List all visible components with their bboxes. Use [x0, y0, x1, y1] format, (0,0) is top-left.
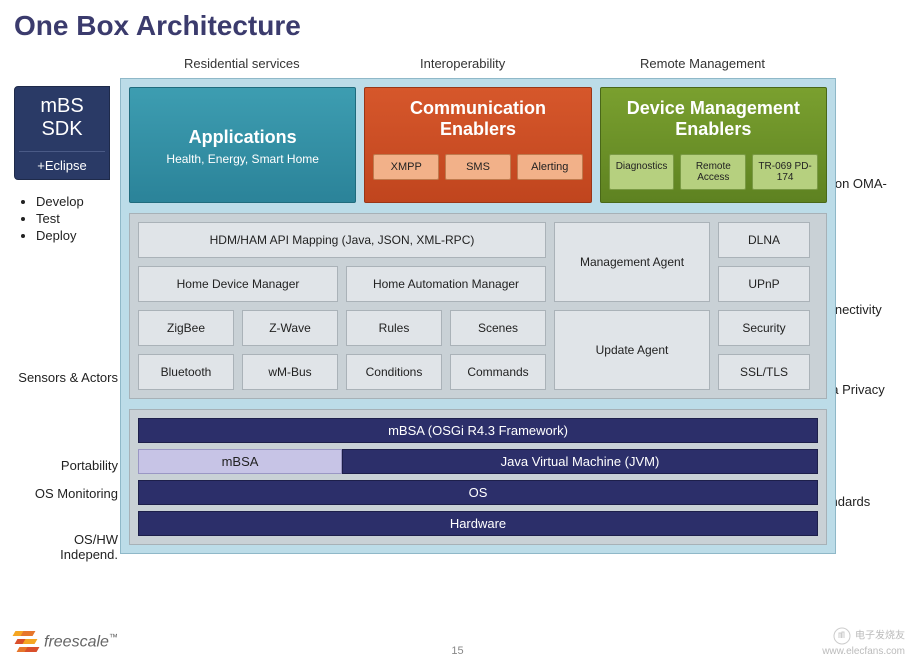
box-mbsa: mBSA: [138, 449, 342, 474]
box-security: Security: [718, 310, 810, 346]
sdk-bullet: Deploy: [36, 228, 84, 243]
box-osgi: mBSA (OSGi R4.3 Framework): [138, 418, 818, 443]
box-home-automation-manager: Home Automation Manager: [346, 266, 546, 302]
box-dlna: DLNA: [718, 222, 810, 258]
sdk-box: mBS SDK +Eclipse: [14, 86, 110, 180]
box-api-mapping: HDM/HAM API Mapping (Java, JSON, XML-RPC…: [138, 222, 546, 258]
pill-alerting: Alerting: [517, 154, 583, 180]
sdk-bullet: Test: [36, 211, 84, 226]
sdk-line2: SDK: [19, 118, 105, 141]
label-interoperability: Interoperability: [420, 56, 505, 71]
box-bluetooth: Bluetooth: [138, 354, 234, 390]
box-zwave: Z-Wave: [242, 310, 338, 346]
pill-sms: SMS: [445, 154, 511, 180]
top-category-labels: Residential services Interoperability Re…: [0, 56, 915, 76]
box-rules: Rules: [346, 310, 442, 346]
box-management-agent: Management Agent: [554, 222, 710, 302]
page-number: 15: [451, 645, 463, 657]
box-zigbee: ZigBee: [138, 310, 234, 346]
freescale-logo-text: freescale™: [44, 632, 118, 651]
label-portability: Portability: [14, 458, 118, 473]
pill-tr069: TR-069 PD-174: [752, 154, 818, 190]
label-remote-management: Remote Management: [640, 56, 765, 71]
box-applications: Applications Health, Energy, Smart Home: [129, 87, 356, 203]
devmgt-title: Device Management Enablers: [609, 98, 818, 140]
box-jvm: Java Virtual Machine (JVM): [342, 449, 818, 474]
box-scenes: Scenes: [450, 310, 546, 346]
box-update-agent: Update Agent: [554, 310, 710, 390]
sdk-line1: mBS: [19, 95, 105, 118]
freescale-logo-icon: [14, 629, 40, 655]
platform-stack: mBSA (OSGi R4.3 Framework) mBSA Java Vir…: [129, 409, 827, 545]
box-ssltls: SSL/TLS: [718, 354, 810, 390]
footer: freescale™ 15 电子发烧友 www.elecfans.com: [0, 617, 915, 663]
applications-subtitle: Health, Energy, Smart Home: [138, 152, 347, 166]
sdk-line3: +Eclipse: [19, 151, 105, 173]
box-home-device-manager: Home Device Manager: [138, 266, 338, 302]
slide-title: One Box Architecture: [0, 0, 915, 42]
sdk-bullet-list: Develop Test Deploy: [22, 194, 84, 245]
middleware-band: HDM/HAM API Mapping (Java, JSON, XML-RPC…: [129, 213, 827, 399]
box-wmbus: wM-Bus: [242, 354, 338, 390]
architecture-container: Applications Health, Energy, Smart Home …: [120, 78, 836, 554]
freescale-logo: freescale™: [14, 629, 118, 655]
pill-diagnostics: Diagnostics: [609, 154, 675, 190]
box-communication-enablers: Communication Enablers XMPP SMS Alerting: [364, 87, 591, 203]
box-commands: Commands: [450, 354, 546, 390]
pill-remote-access: Remote Access: [680, 154, 746, 190]
label-os-monitoring: OS Monitoring: [14, 486, 118, 501]
communication-title: Communication Enablers: [373, 98, 582, 140]
label-residential: Residential services: [184, 56, 300, 71]
pill-xmpp: XMPP: [373, 154, 439, 180]
applications-title: Applications: [138, 127, 347, 148]
label-os-hw-independ: OS/HW Independ.: [14, 532, 118, 562]
label-sensors-actors: Sensors & Actors: [14, 370, 118, 385]
box-conditions: Conditions: [346, 354, 442, 390]
box-device-management-enablers: Device Management Enablers Diagnostics R…: [600, 87, 827, 203]
box-os: OS: [138, 480, 818, 505]
watermark: 电子发烧友 www.elecfans.com: [822, 626, 905, 657]
box-upnp: UPnP: [718, 266, 810, 302]
hand-icon: [832, 626, 852, 646]
box-hardware: Hardware: [138, 511, 818, 536]
sdk-bullet: Develop: [36, 194, 84, 209]
